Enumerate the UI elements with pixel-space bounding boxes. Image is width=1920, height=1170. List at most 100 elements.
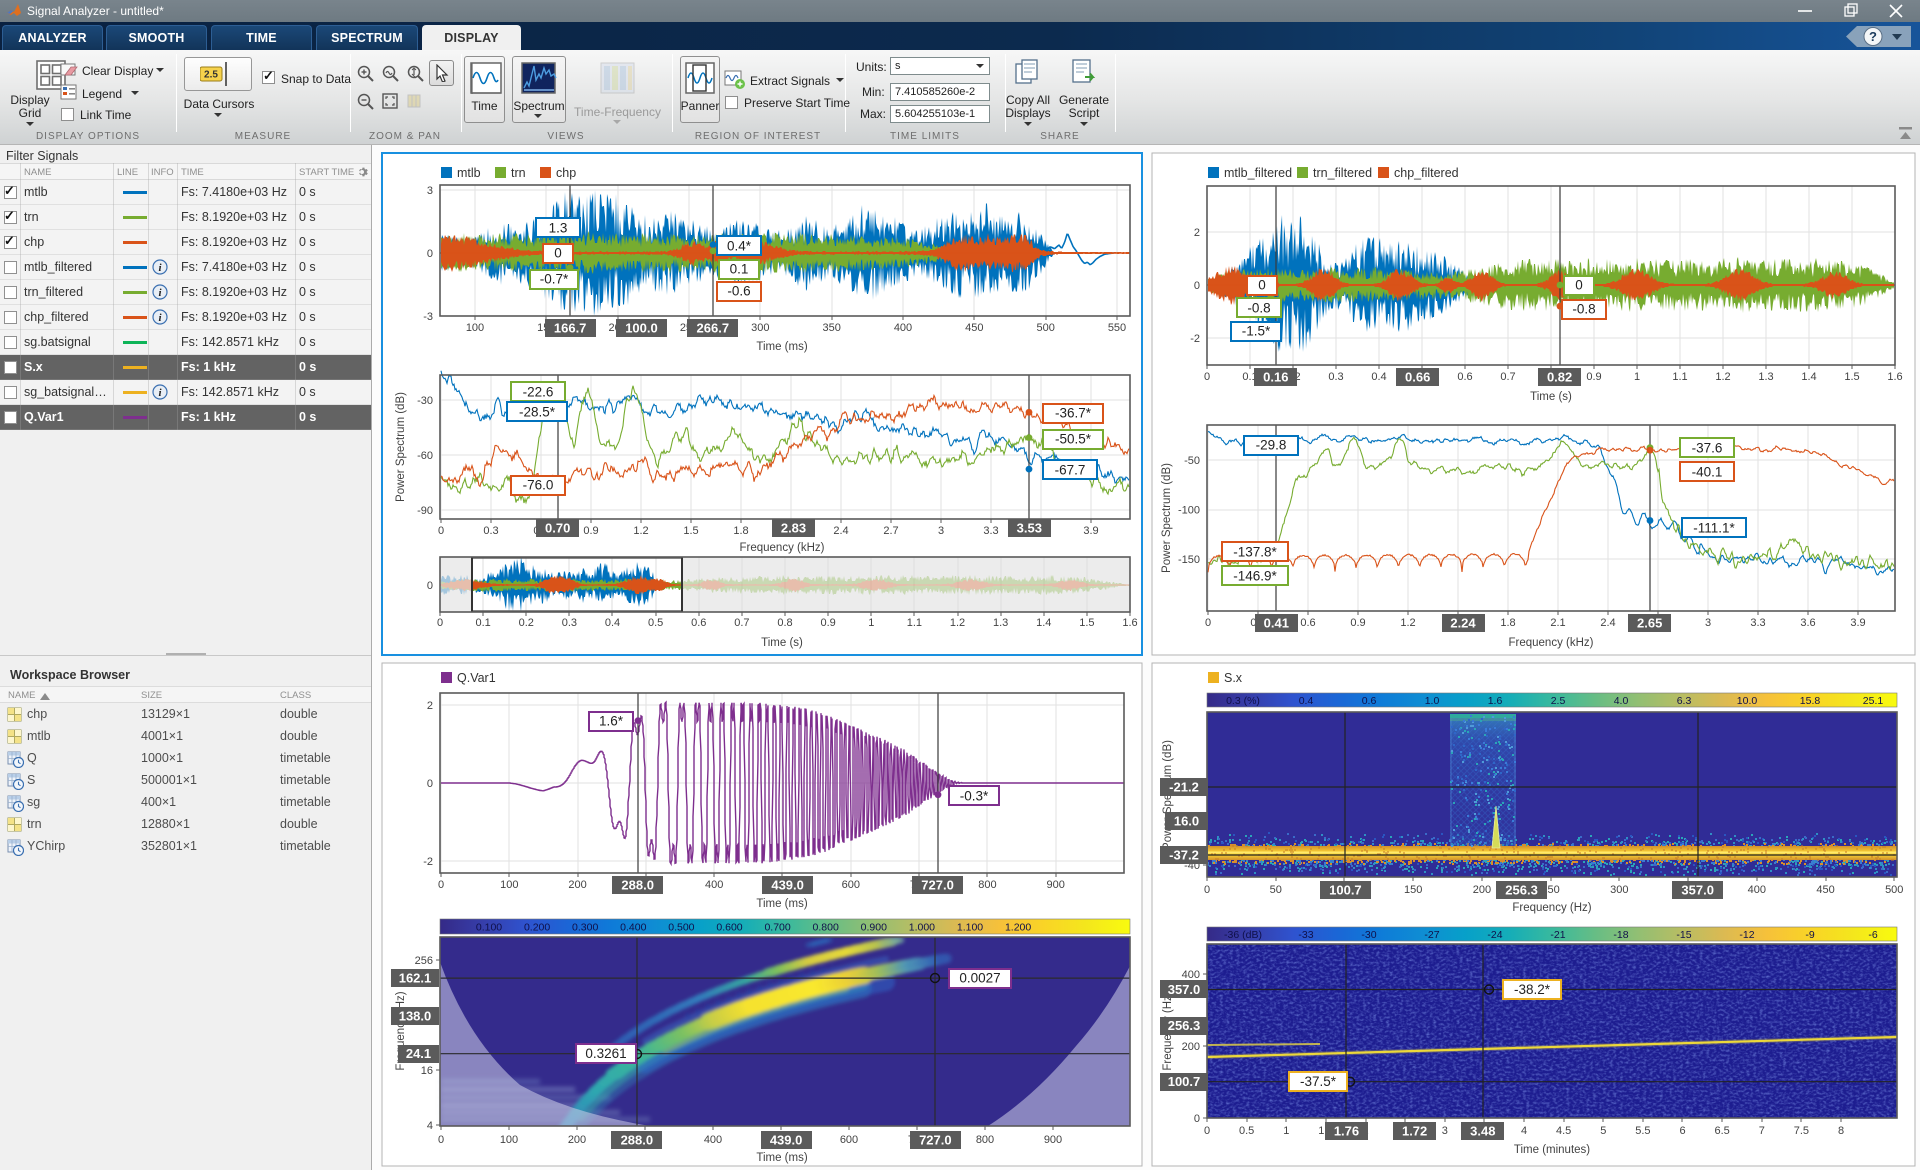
svg-text:-60: -60 <box>417 450 433 462</box>
svg-text:357.0: 357.0 <box>1168 982 1201 997</box>
svg-text:Time (ms): Time (ms) <box>756 1152 807 1164</box>
svg-text:15.8: 15.8 <box>1800 695 1821 707</box>
svg-text:3: 3 <box>1705 617 1711 629</box>
svg-text:1.2: 1.2 <box>950 617 965 629</box>
svg-text:727.0: 727.0 <box>919 1133 952 1148</box>
svg-text:S.x: S.x <box>1224 671 1243 685</box>
svg-text:0: 0 <box>438 525 444 537</box>
svg-text:mtlb_filtered: mtlb_filtered <box>1224 166 1292 180</box>
svg-text:Frequency (kHz): Frequency (kHz) <box>1509 637 1594 649</box>
svg-text:0.3261: 0.3261 <box>585 1046 626 1061</box>
svg-text:1.2: 1.2 <box>1715 371 1730 383</box>
svg-text:1.3: 1.3 <box>549 221 568 236</box>
svg-text:3.6: 3.6 <box>1800 617 1815 629</box>
svg-text:4: 4 <box>1521 1125 1527 1137</box>
svg-text:6.5: 6.5 <box>1714 1125 1729 1137</box>
svg-text:-0.7*: -0.7* <box>540 272 569 287</box>
svg-text:1.5: 1.5 <box>683 525 698 537</box>
svg-text:300: 300 <box>1610 884 1628 896</box>
svg-text:162.1: 162.1 <box>399 971 432 986</box>
svg-text:2.83: 2.83 <box>781 521 806 536</box>
svg-text:1: 1 <box>868 617 874 629</box>
svg-text:0.100: 0.100 <box>476 922 502 934</box>
svg-text:10.0: 10.0 <box>1737 695 1758 707</box>
svg-text:Power Spectrum (dB): Power Spectrum (dB) <box>1161 463 1173 573</box>
svg-text:3.9: 3.9 <box>1083 525 1098 537</box>
svg-text:0.7: 0.7 <box>734 617 749 629</box>
svg-text:0.4: 0.4 <box>1299 695 1314 707</box>
svg-text:2.24: 2.24 <box>1450 616 1476 631</box>
svg-text:-33: -33 <box>1298 929 1313 941</box>
svg-text:1: 1 <box>1634 371 1640 383</box>
svg-text:1.4: 1.4 <box>1036 617 1051 629</box>
svg-text:0: 0 <box>1258 278 1266 293</box>
svg-text:100: 100 <box>500 1134 518 1146</box>
svg-text:-111.1*: -111.1* <box>1693 521 1735 536</box>
svg-text:-137.8*: -137.8* <box>1233 545 1277 560</box>
svg-text:-37.2: -37.2 <box>1169 848 1199 863</box>
svg-text:100.0: 100.0 <box>625 321 658 336</box>
svg-text:439.0: 439.0 <box>770 1133 803 1148</box>
svg-text:800: 800 <box>976 1134 994 1146</box>
svg-text:0.1: 0.1 <box>475 617 490 629</box>
svg-text:3.3: 3.3 <box>983 525 998 537</box>
svg-text:0.200: 0.200 <box>524 922 550 934</box>
svg-text:6.3: 6.3 <box>1677 695 1692 707</box>
svg-text:7.5: 7.5 <box>1794 1125 1809 1137</box>
svg-text:Time (ms): Time (ms) <box>756 341 807 353</box>
svg-text:-9: -9 <box>1805 929 1814 941</box>
svg-text:-76.0: -76.0 <box>523 478 554 493</box>
svg-text:0.300: 0.300 <box>572 922 598 934</box>
svg-text:0.66: 0.66 <box>1405 370 1430 385</box>
svg-text:16: 16 <box>421 1065 433 1077</box>
svg-text:-29.8: -29.8 <box>1256 438 1287 453</box>
svg-text:1.8: 1.8 <box>733 525 748 537</box>
svg-text:0: 0 <box>554 246 562 261</box>
svg-text:50: 50 <box>1270 884 1282 896</box>
svg-text:-30: -30 <box>1361 929 1376 941</box>
svg-text:200: 200 <box>1473 884 1491 896</box>
svg-text:-146.9*: -146.9* <box>1233 569 1277 584</box>
svg-text:0: 0 <box>1205 617 1211 629</box>
svg-text:-2: -2 <box>423 856 433 868</box>
svg-text:0.700: 0.700 <box>764 922 790 934</box>
svg-text:288.0: 288.0 <box>621 1133 654 1148</box>
svg-text:-38.2*: -38.2* <box>1514 982 1551 997</box>
svg-text:Time (minutes): Time (minutes) <box>1514 1144 1590 1156</box>
svg-text:3: 3 <box>938 525 944 537</box>
svg-text:400: 400 <box>1182 969 1200 981</box>
svg-text:256.3: 256.3 <box>1168 1018 1201 1033</box>
svg-text:0.3 (%): 0.3 (%) <box>1226 695 1260 707</box>
svg-text:-0.8: -0.8 <box>1247 301 1270 316</box>
svg-text:600: 600 <box>842 879 860 891</box>
svg-text:3.53: 3.53 <box>1017 521 1042 536</box>
svg-text:0.800: 0.800 <box>813 922 839 934</box>
svg-text:0.4*: 0.4* <box>727 239 752 254</box>
svg-text:0: 0 <box>437 617 443 629</box>
svg-text:1.5: 1.5 <box>1079 617 1094 629</box>
svg-text:0: 0 <box>1204 371 1210 383</box>
svg-text:1.76: 1.76 <box>1334 1124 1359 1139</box>
svg-text:2: 2 <box>427 700 433 712</box>
svg-text:-22.6: -22.6 <box>523 385 554 400</box>
svg-text:0.9: 0.9 <box>583 525 598 537</box>
svg-text:0: 0 <box>427 580 433 592</box>
svg-text:150: 150 <box>1404 884 1422 896</box>
svg-text:-27: -27 <box>1424 929 1439 941</box>
svg-text:450: 450 <box>965 322 983 334</box>
svg-text:256.3: 256.3 <box>1505 883 1538 898</box>
svg-text:24.1: 24.1 <box>406 1046 431 1061</box>
svg-text:-21.2: -21.2 <box>1169 780 1199 795</box>
svg-text:-21: -21 <box>1550 929 1565 941</box>
svg-text:0: 0 <box>1204 884 1210 896</box>
svg-text:100.7: 100.7 <box>1168 1074 1201 1089</box>
svg-text:1.6: 1.6 <box>1887 371 1902 383</box>
svg-text:1.1: 1.1 <box>907 617 922 629</box>
svg-text:trn: trn <box>511 166 526 180</box>
svg-text:0: 0 <box>1575 278 1583 293</box>
svg-text:727.0: 727.0 <box>921 878 954 893</box>
svg-text:1.8: 1.8 <box>1500 617 1515 629</box>
svg-text:1.000: 1.000 <box>909 922 935 934</box>
svg-text:Frequency (kHz): Frequency (kHz) <box>740 542 825 554</box>
svg-text:1.0: 1.0 <box>1425 695 1440 707</box>
